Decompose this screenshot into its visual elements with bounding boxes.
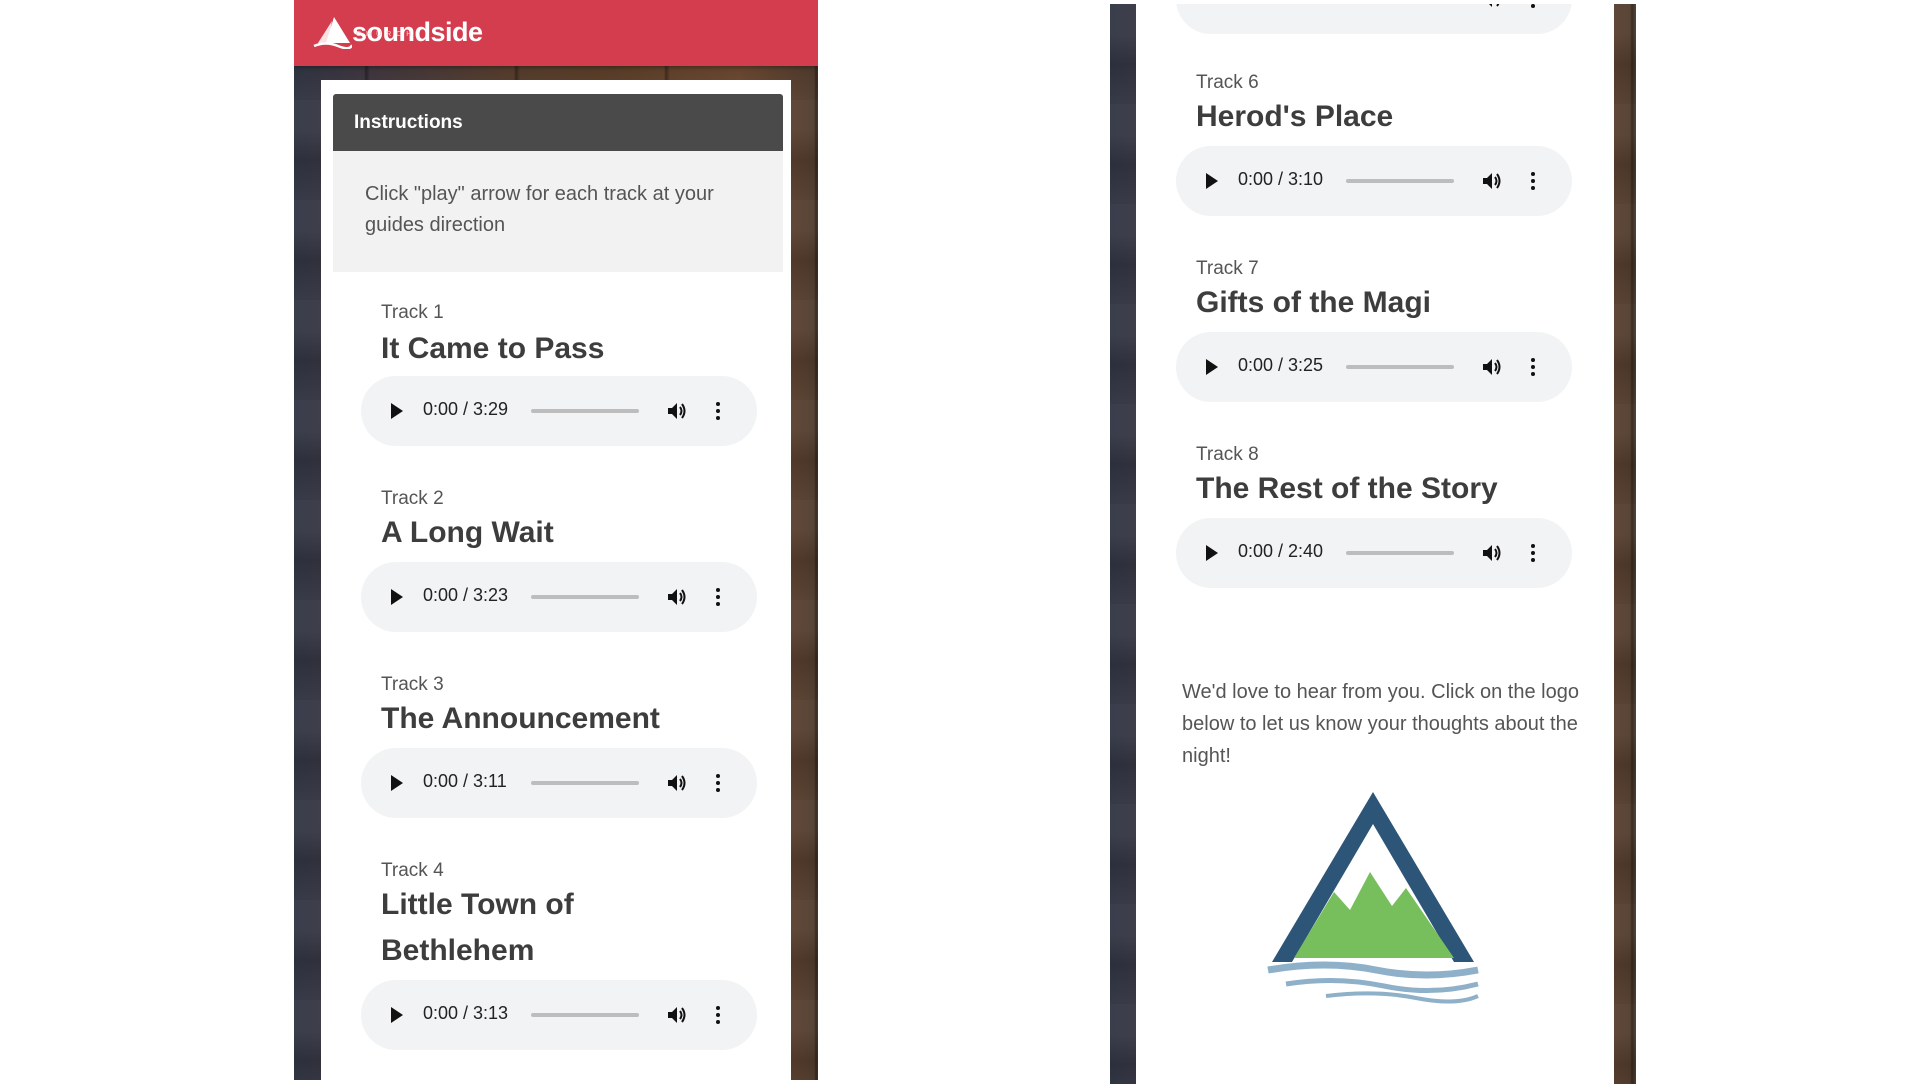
feedback-message: We'd love to hear from you. Click on the… bbox=[1182, 681, 1579, 767]
seek-slider[interactable] bbox=[531, 409, 639, 413]
track-title: Herod's Place bbox=[1196, 100, 1394, 133]
more-options-icon[interactable] bbox=[715, 400, 721, 422]
audio-player[interactable]: 0:00 / 3:13 bbox=[361, 980, 757, 1050]
content-card: Instructions Click "play" arrow for each… bbox=[321, 80, 791, 1080]
more-options-icon[interactable] bbox=[715, 586, 721, 608]
volume-icon[interactable] bbox=[666, 400, 688, 422]
seek-slider[interactable] bbox=[531, 781, 639, 785]
more-options-icon[interactable] bbox=[1530, 542, 1536, 564]
more-options-icon[interactable] bbox=[1530, 356, 1536, 378]
audio-player[interactable]: 0:00 / 3:29 bbox=[361, 376, 757, 446]
right-phone-panel: Track 6 Herod's Place 0:00 / 3:10 Track … bbox=[1110, 4, 1636, 1084]
more-options-icon[interactable] bbox=[1530, 170, 1536, 192]
sail-logo-icon bbox=[313, 17, 352, 49]
play-icon[interactable] bbox=[1206, 173, 1218, 189]
instructions-text: Click "play" arrow for each track at you… bbox=[333, 151, 783, 272]
mountain-logo[interactable] bbox=[1266, 784, 1480, 1004]
seek-slider[interactable] bbox=[1346, 365, 1454, 369]
track-number: Track 6 bbox=[1196, 72, 1259, 93]
more-options-icon[interactable] bbox=[1530, 4, 1536, 10]
play-icon[interactable] bbox=[1206, 359, 1218, 375]
header-bar: soundside CHURCH bbox=[294, 0, 818, 66]
play-icon[interactable] bbox=[391, 775, 403, 791]
track-number: Track 7 bbox=[1196, 258, 1259, 279]
brand-subtitle: CHURCH bbox=[356, 31, 417, 38]
content-card: Track 6 Herod's Place 0:00 / 3:10 Track … bbox=[1136, 4, 1614, 1084]
time-display: 0:00 / 2:40 bbox=[1238, 541, 1324, 561]
track-title: Little Town of Bethlehem bbox=[381, 888, 574, 967]
track-number: Track 2 bbox=[381, 488, 444, 509]
time-display: 0:00 / 3:11 bbox=[423, 771, 507, 791]
more-options-icon[interactable] bbox=[715, 772, 721, 794]
time-display: 0:00 / 3:29 bbox=[423, 399, 509, 419]
time-display: 0:00 / 3:23 bbox=[423, 585, 509, 605]
time-display: 0:00 / 3:13 bbox=[423, 1003, 509, 1023]
volume-icon[interactable] bbox=[1481, 4, 1503, 10]
track-title: A Long Wait bbox=[381, 516, 554, 549]
track-title: The Announcement bbox=[381, 702, 660, 735]
volume-icon[interactable] bbox=[666, 1004, 688, 1026]
instructions-box: Instructions Click "play" arrow for each… bbox=[333, 94, 783, 272]
track-number: Track 1 bbox=[381, 302, 444, 323]
seek-slider[interactable] bbox=[531, 595, 639, 599]
volume-icon[interactable] bbox=[1481, 356, 1503, 378]
track-title: The Rest of the Story bbox=[1196, 472, 1498, 505]
audio-player[interactable]: 0:00 / 3:11 bbox=[361, 748, 757, 818]
seek-slider[interactable] bbox=[531, 1013, 639, 1017]
more-options-icon[interactable] bbox=[715, 1004, 721, 1026]
audio-player[interactable]: 0:00 / 2:40 bbox=[1176, 518, 1572, 588]
track-title: Gifts of the Magi bbox=[1196, 286, 1431, 319]
audio-player[interactable]: 0:00 / 3:10 bbox=[1176, 146, 1572, 216]
volume-icon[interactable] bbox=[1481, 170, 1503, 192]
volume-icon[interactable] bbox=[666, 586, 688, 608]
play-icon[interactable] bbox=[391, 589, 403, 605]
time-display: 0:00 / 3:10 bbox=[1238, 169, 1324, 189]
time-display: 0:00 / 3:25 bbox=[1238, 355, 1324, 375]
audio-player-partial[interactable] bbox=[1176, 4, 1572, 34]
seek-slider[interactable] bbox=[1346, 551, 1454, 555]
left-phone-panel: soundside CHURCH Instructions Click "pla… bbox=[294, 0, 818, 1080]
play-icon[interactable] bbox=[1206, 545, 1218, 561]
audio-player[interactable]: 0:00 / 3:25 bbox=[1176, 332, 1572, 402]
seek-slider[interactable] bbox=[1346, 179, 1454, 183]
play-icon[interactable] bbox=[391, 1007, 403, 1023]
track-number: Track 8 bbox=[1196, 444, 1259, 465]
track-title: It Came to Pass bbox=[381, 332, 605, 365]
play-icon[interactable] bbox=[391, 403, 403, 419]
audio-player[interactable]: 0:00 / 3:23 bbox=[361, 562, 757, 632]
track-number: Track 3 bbox=[381, 674, 444, 695]
volume-icon[interactable] bbox=[1481, 542, 1503, 564]
volume-icon[interactable] bbox=[666, 772, 688, 794]
track-number: Track 4 bbox=[381, 860, 444, 881]
instructions-title: Instructions bbox=[333, 94, 783, 151]
